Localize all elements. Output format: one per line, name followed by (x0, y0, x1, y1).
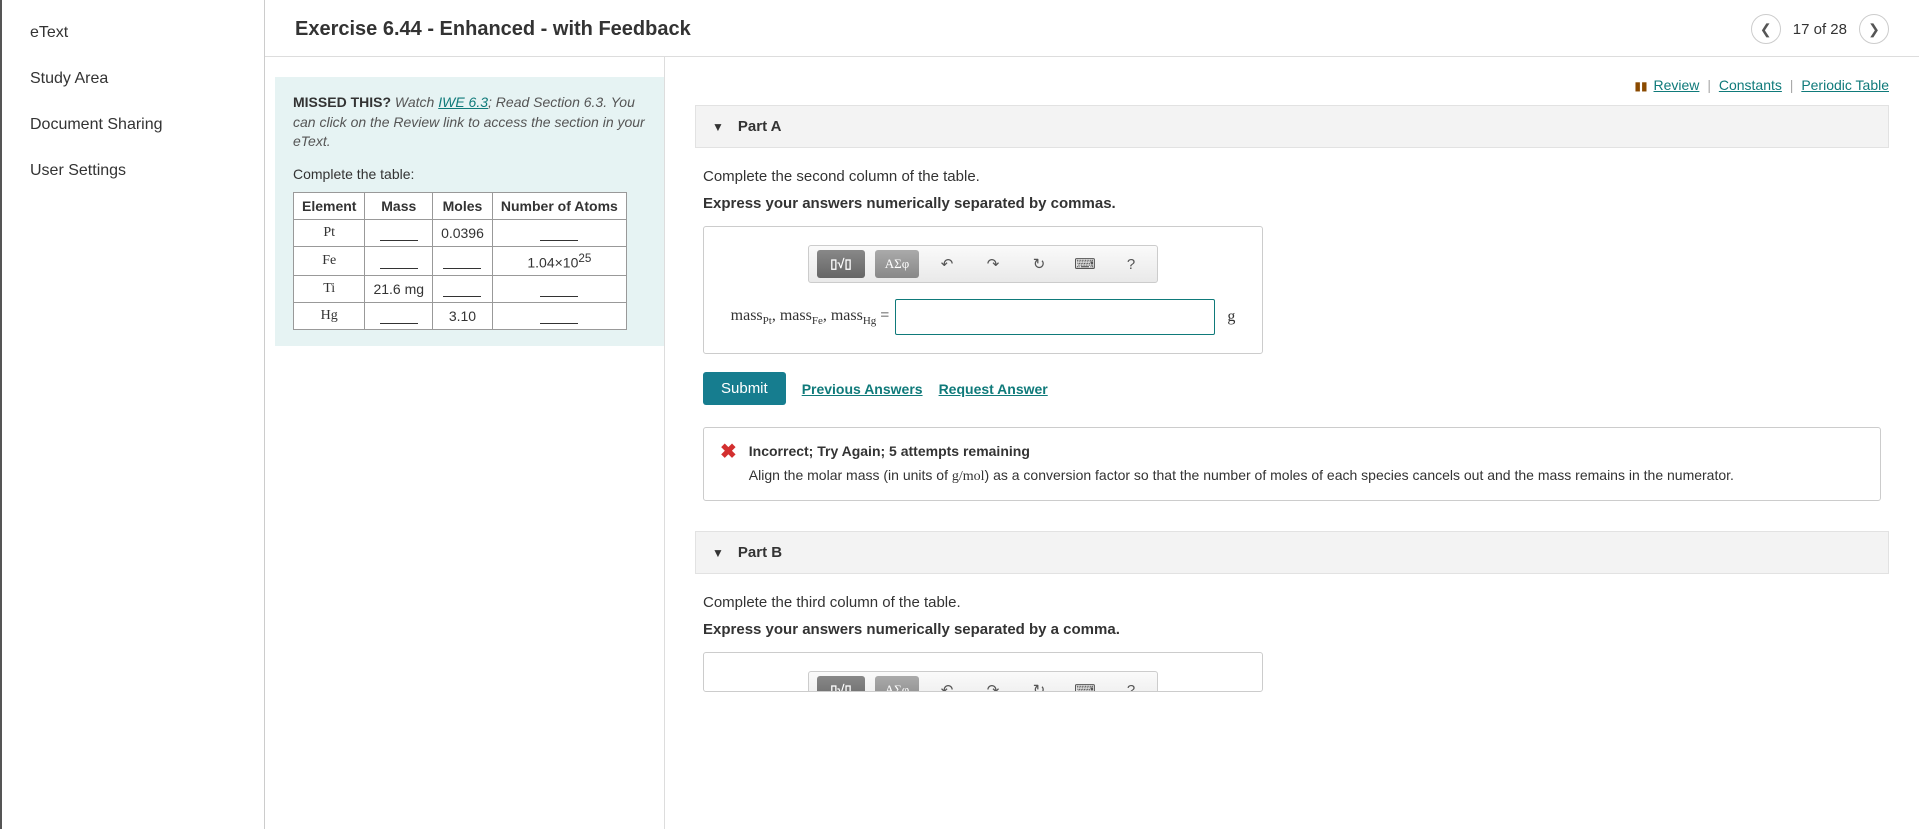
pager: ❮ 17 of 28 ❯ (1751, 14, 1889, 44)
feedback-box: ✖ Incorrect; Try Again; 5 attempts remai… (703, 427, 1881, 501)
th-mass: Mass (365, 192, 433, 219)
answer-unit: g (1227, 308, 1235, 326)
data-table: Element Mass Moles Number of Atoms Pt 0.… (293, 192, 627, 331)
sidebar-item-user-settings[interactable]: User Settings (2, 148, 264, 194)
table-row: Hg 3.10 (294, 303, 627, 330)
equation-toolbar-b: ▯√▯ ΑΣφ ↶ ↷ ↻ ⌨ ? (808, 671, 1158, 692)
part-a-label: Part A (738, 118, 782, 135)
submit-button[interactable]: Submit (703, 372, 786, 405)
constants-link[interactable]: Constants (1719, 77, 1782, 93)
missed-hint: MISSED THIS? Watch IWE 6.3; Read Section… (293, 93, 646, 152)
redo-button[interactable]: ↷ (975, 676, 1011, 692)
sidebar: eText Study Area Document Sharing User S… (0, 0, 265, 829)
part-a-header[interactable]: ▼ Part A (695, 105, 1889, 148)
part-b-prompt: Complete the third column of the table. (703, 594, 1881, 611)
sidebar-item-etext[interactable]: eText (2, 10, 264, 56)
review-link[interactable]: Review (1654, 77, 1700, 93)
templates-button[interactable]: ▯√▯ (817, 676, 865, 692)
help-button[interactable]: ? (1113, 250, 1149, 278)
th-atoms: Number of Atoms (492, 192, 626, 219)
table-row: Pt 0.0396 (294, 219, 627, 246)
previous-answers-link[interactable]: Previous Answers (802, 381, 923, 397)
iwe-link[interactable]: IWE 6.3 (438, 94, 488, 110)
part-a-prompt: Complete the second column of the table. (703, 168, 1881, 185)
th-element: Element (294, 192, 365, 219)
undo-button[interactable]: ↶ (929, 676, 965, 692)
info-box: MISSED THIS? Watch IWE 6.3; Read Section… (275, 77, 664, 346)
part-a-body: Complete the second column of the table.… (695, 168, 1889, 531)
request-answer-link[interactable]: Request Answer (939, 381, 1048, 397)
page-title: Exercise 6.44 - Enhanced - with Feedback (295, 18, 691, 41)
incorrect-icon: ✖ (720, 442, 737, 486)
pager-prev-button[interactable]: ❮ (1751, 14, 1781, 44)
help-button[interactable]: ? (1113, 676, 1149, 692)
sidebar-item-document-sharing[interactable]: Document Sharing (2, 102, 264, 148)
review-icon: ▮▮ (1634, 79, 1647, 93)
greek-button[interactable]: ΑΣφ (875, 250, 919, 278)
answer-input[interactable] (895, 299, 1215, 335)
templates-button[interactable]: ▯√▯ (817, 250, 865, 278)
sidebar-item-study-area[interactable]: Study Area (2, 56, 264, 102)
part-b-instruction: Express your answers numerically separat… (703, 621, 1881, 638)
answer-variable-label: massPt, massFe, massHg = (731, 307, 890, 327)
redo-button[interactable]: ↷ (975, 250, 1011, 278)
pager-text: 17 of 28 (1793, 21, 1847, 38)
reset-button[interactable]: ↻ (1021, 676, 1057, 692)
table-row: Ti 21.6 mg (294, 276, 627, 303)
chevron-down-icon: ▼ (712, 546, 724, 560)
part-b-header[interactable]: ▼ Part B (695, 531, 1889, 574)
answer-panel-area: ▮▮ Review | Constants | Periodic Table ▼… (665, 57, 1919, 829)
part-a-instruction: Express your answers numerically separat… (703, 195, 1881, 212)
pager-next-button[interactable]: ❯ (1859, 14, 1889, 44)
keyboard-button[interactable]: ⌨ (1067, 250, 1103, 278)
undo-button[interactable]: ↶ (929, 250, 965, 278)
top-links: ▮▮ Review | Constants | Periodic Table (695, 77, 1889, 93)
chevron-down-icon: ▼ (712, 120, 724, 134)
question-panel: MISSED THIS? Watch IWE 6.3; Read Section… (265, 57, 665, 829)
periodic-table-link[interactable]: Periodic Table (1801, 77, 1889, 93)
th-moles: Moles (433, 192, 493, 219)
answer-box: ▯√▯ ΑΣφ ↶ ↷ ↻ ⌨ ? massPt, massFe, massHg… (703, 226, 1263, 354)
feedback-text: Align the molar mass (in units of g/mol)… (749, 466, 1734, 487)
equation-toolbar: ▯√▯ ΑΣφ ↶ ↷ ↻ ⌨ ? (808, 245, 1158, 283)
complete-table-label: Complete the table: (293, 166, 646, 182)
reset-button[interactable]: ↻ (1021, 250, 1057, 278)
answer-box-b: ▯√▯ ΑΣφ ↶ ↷ ↻ ⌨ ? (703, 652, 1263, 692)
table-row: Fe 1.04×1025 (294, 246, 627, 276)
header: Exercise 6.44 - Enhanced - with Feedback… (265, 0, 1919, 57)
feedback-head: Incorrect; Try Again; 5 attempts remaini… (749, 442, 1734, 462)
keyboard-button[interactable]: ⌨ (1067, 676, 1103, 692)
part-b-label: Part B (738, 544, 782, 561)
missed-label: MISSED THIS? (293, 94, 391, 110)
greek-button[interactable]: ΑΣφ (875, 676, 919, 692)
part-b-body: Complete the third column of the table. … (695, 594, 1889, 722)
